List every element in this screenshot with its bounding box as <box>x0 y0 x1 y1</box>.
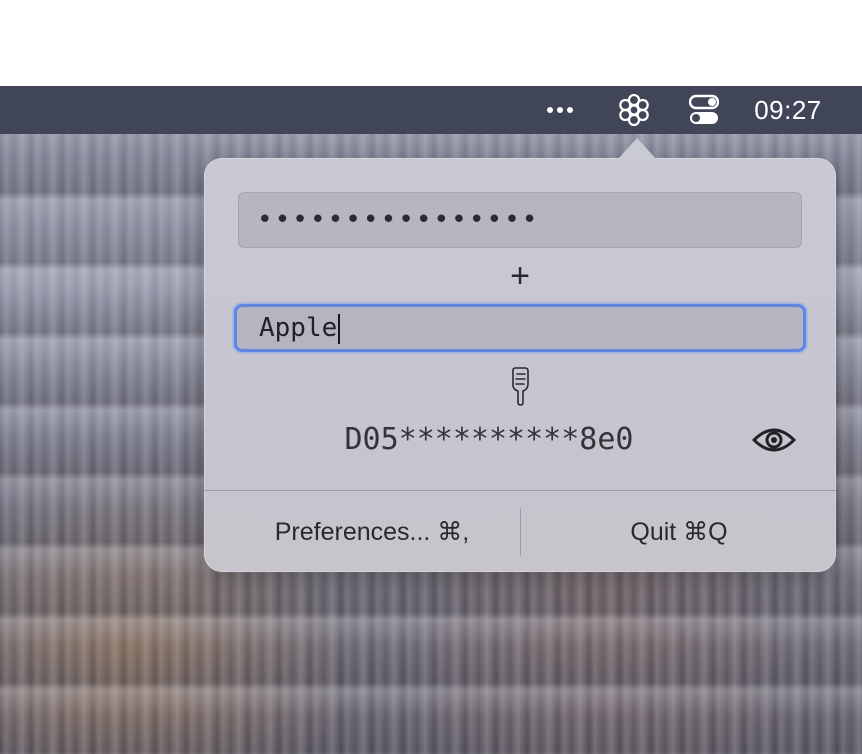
quit-button[interactable]: Quit ⌘Q <box>534 506 824 558</box>
menu-bar-clock[interactable]: 09:27 <box>748 86 828 134</box>
ellipsis-dot <box>557 107 563 113</box>
password-popover: •••••••••••••••• + Apple D05**********8e… <box>204 138 836 572</box>
preferences-button[interactable]: Preferences... ⌘, <box>234 506 510 558</box>
toggle-icon <box>689 94 719 124</box>
ellipsis-dot <box>567 107 573 113</box>
site-name-input[interactable]: Apple <box>234 304 806 352</box>
popover-arrow <box>617 138 657 160</box>
app-menu-extra[interactable] <box>613 86 655 134</box>
ellipsis-icon <box>547 107 553 113</box>
generated-password[interactable]: D05**********8e0 <box>304 418 674 462</box>
eye-icon[interactable] <box>752 424 796 456</box>
text-caret <box>338 313 341 344</box>
site-name-value: Apple <box>259 313 338 343</box>
footer-divider <box>204 490 836 491</box>
flower-icon <box>619 93 649 127</box>
control-center[interactable] <box>685 86 723 134</box>
master-password-field[interactable]: •••••••••••••••• <box>238 192 802 248</box>
more-menu-extras[interactable] <box>538 86 582 134</box>
menu-bar: 09:27 <box>0 86 862 134</box>
footer-separator <box>520 508 521 556</box>
pointing-down-hand-icon <box>512 367 529 406</box>
plus-icon: + <box>510 257 530 295</box>
